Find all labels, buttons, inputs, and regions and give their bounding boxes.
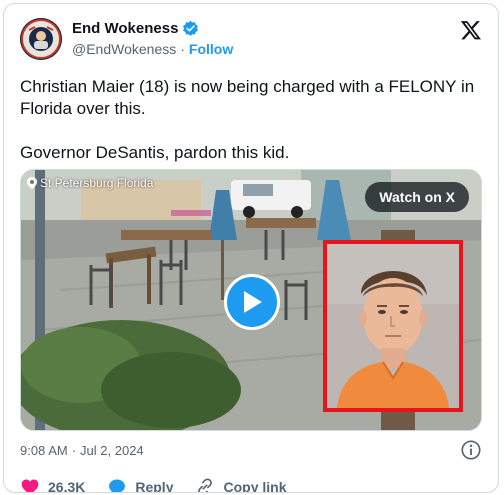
location-label: St Petersburg Florida: [27, 176, 153, 190]
like-button[interactable]: 26.3K: [20, 477, 86, 493]
mugshot-image: [323, 240, 463, 412]
copy-link-button[interactable]: Copy link: [195, 477, 287, 493]
reply-bubble-icon: [109, 479, 126, 492]
author-avatar[interactable]: [20, 18, 62, 60]
copy-link-label: Copy link: [223, 479, 287, 493]
timestamp-separator: ·: [71, 442, 77, 458]
tweet-text-line-1: Christian Maier (18) is now being charge…: [20, 77, 475, 118]
tweet-text-line-2: Governor DeSantis, pardon this kid.: [20, 143, 290, 162]
location-text: St Petersburg Florida: [40, 176, 154, 190]
info-icon[interactable]: [460, 439, 482, 461]
author-handle[interactable]: @EndWokeness: [72, 41, 176, 57]
like-count: 26.3K: [48, 479, 86, 493]
reply-label: Reply: [135, 479, 174, 493]
name-row: End Wokeness: [72, 20, 199, 37]
tweet-date[interactable]: Jul 2, 2024: [80, 443, 144, 458]
video-media[interactable]: St Petersburg Florida Watch on X: [20, 169, 482, 431]
action-bar: 26.3K Reply Copy link: [20, 476, 482, 493]
map-pin-icon: [27, 177, 37, 189]
heart-icon: [21, 479, 39, 492]
watch-on-x-button[interactable]: Watch on X: [365, 182, 469, 212]
tweet-header: End Wokeness @EndWokeness · Follow: [20, 16, 482, 64]
display-name[interactable]: End Wokeness: [72, 20, 178, 37]
handle-row: @EndWokeness · Follow: [72, 41, 233, 57]
follow-button[interactable]: Follow: [189, 41, 233, 57]
x-logo-icon[interactable]: [460, 19, 482, 41]
tweet-card[interactable]: End Wokeness @EndWokeness · Follow Chris…: [3, 3, 499, 493]
tweet-time[interactable]: 9:08 AM: [20, 443, 68, 458]
verified-badge-icon: [183, 20, 199, 36]
play-button[interactable]: [224, 274, 280, 330]
tweet-text: Christian Maier (18) is now being charge…: [20, 76, 482, 164]
timestamp-row: 9:08 AM · Jul 2, 2024: [20, 440, 482, 460]
link-icon: [198, 478, 213, 492]
reply-button[interactable]: Reply: [107, 477, 174, 493]
play-icon: [244, 291, 262, 313]
dot-separator: ·: [180, 41, 185, 57]
